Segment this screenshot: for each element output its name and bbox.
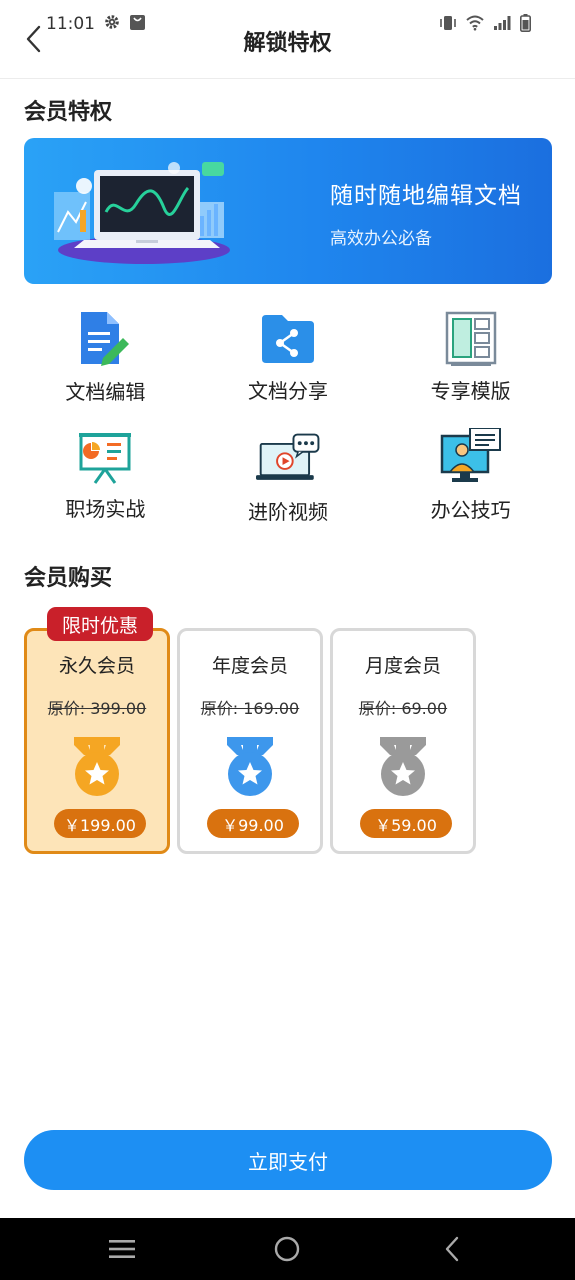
video-laptop-icon	[255, 433, 320, 480]
plan-name: 永久会员	[58, 655, 135, 677]
gold-medal-icon	[74, 737, 120, 796]
privileges-section-title: 会员特权	[24, 100, 113, 125]
system-nav-bar	[0, 1218, 575, 1280]
page-title: 解锁特权	[243, 31, 332, 56]
banner-title: 随时随地编辑文档	[330, 183, 522, 209]
feature-doc-edit[interactable]: 文档编辑	[14, 310, 197, 404]
feature-label: 办公技巧	[430, 498, 511, 522]
plan-card-monthly[interactable]: 月度会员 原价: 69.00 ￥59.00	[330, 628, 476, 854]
privileges-banner: 随时随地编辑文档 高效办公必备	[24, 138, 552, 284]
laptop-chart-illustration	[54, 162, 230, 264]
plan-price: ￥99.00	[207, 809, 299, 838]
plan-original-price: 原价: 169.00	[200, 699, 300, 718]
pay-now-button[interactable]: 立即支付	[24, 1130, 552, 1190]
monitor-chat-icon	[440, 428, 501, 482]
system-back-button[interactable]	[437, 1234, 467, 1264]
feature-video[interactable]: 进阶视频	[197, 428, 380, 524]
home-circle-icon	[274, 1236, 300, 1262]
feature-grid: 文档编辑 文档分享 专享模版 职场实战 进阶视频 办公技巧	[14, 310, 562, 524]
menu-lines-icon	[109, 1240, 135, 1258]
feature-label: 文档分享	[247, 379, 328, 403]
feature-label: 专享模版	[430, 379, 511, 403]
doc-edit-icon	[81, 312, 130, 366]
feature-office-tips[interactable]: 办公技巧	[379, 428, 562, 522]
plan-price: ￥199.00	[54, 809, 146, 838]
back-triangle-icon	[445, 1236, 459, 1262]
banner-subtitle: 高效办公必备	[330, 229, 432, 249]
plan-card-lifetime[interactable]: 限时优惠 永久会员 原价: 399.00 ￥199.00	[24, 607, 170, 854]
purchase-section-title: 会员购买	[24, 566, 113, 591]
gray-medal-icon	[380, 737, 426, 796]
feature-template[interactable]: 专享模版	[379, 310, 562, 404]
presentation-board-icon	[79, 432, 132, 484]
template-icon	[445, 311, 496, 366]
folder-share-icon	[261, 314, 314, 363]
feature-label: 文档编辑	[65, 380, 146, 404]
promo-badge: 限时优惠	[47, 607, 153, 641]
plan-original-price: 原价: 69.00	[358, 699, 448, 718]
plan-name: 月度会员	[364, 655, 441, 677]
plan-original-price: 原价: 399.00	[47, 699, 147, 718]
feature-doc-share[interactable]: 文档分享	[197, 310, 380, 404]
plan-price: ￥59.00	[360, 809, 452, 838]
app-header: 解锁特权	[0, 0, 575, 79]
blue-medal-icon	[227, 737, 273, 796]
recent-apps-button[interactable]	[107, 1234, 137, 1264]
feature-workplace[interactable]: 职场实战	[14, 428, 197, 522]
plan-name: 年度会员	[211, 655, 288, 677]
plan-card-yearly[interactable]: 年度会员 原价: 169.00 ￥99.00	[177, 628, 323, 854]
home-button[interactable]	[272, 1234, 302, 1264]
feature-label: 职场实战	[65, 497, 146, 521]
feature-label: 进阶视频	[247, 500, 328, 524]
